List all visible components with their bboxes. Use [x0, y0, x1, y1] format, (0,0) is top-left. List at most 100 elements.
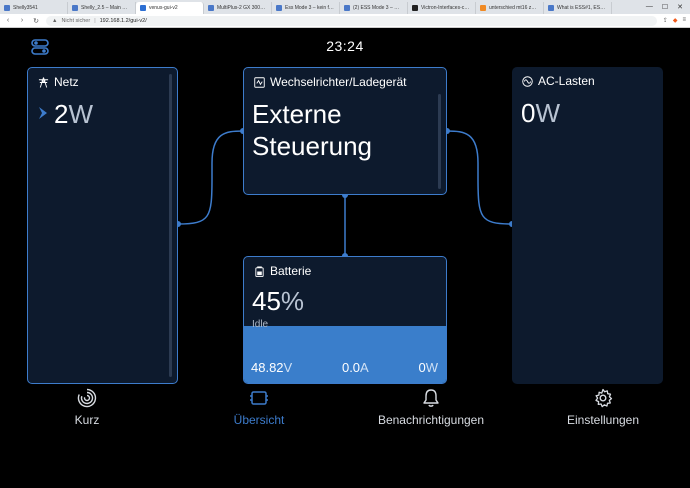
overview-icon: [250, 391, 268, 405]
ac-loads-title-text: AC-Lasten: [538, 74, 595, 88]
wire-grid-inverter: [177, 130, 244, 225]
battery-current: 0.0A: [342, 360, 369, 375]
nav-notifications[interactable]: Benachrichtigungen: [361, 388, 501, 427]
ac-loads-power-unit: W: [535, 98, 561, 128]
battery-soc-value: 45: [252, 286, 281, 316]
maximize-icon[interactable]: ☐: [662, 3, 668, 11]
battery-panel[interactable]: Batterie 45% Idle 48.82V 0.0A 0W: [243, 256, 447, 384]
wire-inverter-ac: [446, 130, 513, 225]
ac-loads-power: 0W: [521, 100, 560, 126]
back-icon[interactable]: ‹: [4, 17, 12, 24]
battery-voltage-value: 48.82: [251, 360, 284, 375]
browser-tab-label: (2) ESS Mode 3 – Grid Set…: [353, 5, 403, 11]
nav-brief-label: Kurz: [74, 413, 100, 427]
browser-tab[interactable]: Shelly_2.5 – Main Menu: [68, 2, 136, 14]
battery-soc: 45%: [252, 286, 304, 317]
battery-icon: [255, 265, 264, 277]
battery-current-value: 0.0: [341, 360, 361, 375]
nav-notifications-label: Benachrichtigungen: [377, 413, 485, 427]
ac-sine-icon: [522, 75, 533, 87]
browser-tab-label: venus-gui-v2: [149, 5, 178, 11]
url-text: 192.168.1.2/gui-v2/: [99, 17, 147, 24]
battery-current-unit: A: [360, 360, 369, 375]
browser-tab-label: unterschied mt16 zu unit …: [489, 5, 539, 11]
ac-loads-panel[interactable]: AC-Lasten 0W: [512, 67, 663, 384]
favicon-icon: [344, 5, 350, 11]
extension-icons: ⇪ ◆ ≡: [663, 17, 686, 24]
battery-title-text: Batterie: [270, 264, 312, 278]
favicon-icon: [72, 5, 78, 11]
inverter-mode: Externe Steuerung: [252, 99, 372, 161]
battery-state: Idle: [252, 319, 269, 330]
grid-power: 2W: [54, 101, 93, 127]
minimize-icon[interactable]: —: [646, 3, 653, 11]
warning-icon: ▲: [52, 17, 58, 24]
browser-address-bar: ‹ › ↻ ▲ Nicht sicher | 192.168.1.2/gui-v…: [0, 14, 690, 28]
browser-tab[interactable]: (2) ESS Mode 3 – Grid Set…: [340, 2, 408, 14]
inverter-panel[interactable]: Wechselrichter/Ladegerät Externe Steueru…: [243, 67, 447, 195]
grid-power-unit: W: [68, 99, 94, 129]
favicon-icon: [480, 5, 486, 11]
inverter-icon: [254, 76, 265, 88]
brief-rings-icon: [77, 388, 97, 408]
bottom-navigation: Kurz Übersicht Benachrichtigungen Einste…: [0, 388, 690, 434]
url-separator: |: [94, 17, 96, 24]
ac-loads-power-value: 0: [521, 98, 536, 128]
grid-title-text: Netz: [54, 75, 79, 89]
inverter-scrollbar[interactable]: [438, 94, 441, 189]
browser-tab-label: MultiPlus-2 GX 3000 – Vict…: [217, 5, 267, 11]
gear-icon: [595, 388, 613, 408]
battery-power: 0W: [418, 360, 438, 375]
browser-tab-label: Shelly_2.5 – Main Menu: [81, 5, 131, 11]
favicon-icon: [412, 5, 418, 11]
browser-tab[interactable]: Shelly3541: [0, 2, 68, 14]
nav-settings-label: Einstellungen: [566, 413, 640, 427]
favicon-icon: [208, 5, 214, 11]
battery-title: Batterie: [254, 264, 311, 278]
ac-loads-title: AC-Lasten: [522, 74, 595, 88]
grid-panel[interactable]: Netz 2W: [27, 67, 178, 384]
browser-tab[interactable]: Victron-Interfaces-code/…: [408, 2, 476, 14]
window-controls: — ☐ ✕: [646, 3, 690, 11]
nav-overview-label: Übersicht: [233, 413, 285, 427]
brave-shield-icon[interactable]: ◆: [673, 17, 678, 24]
browser-tab-label: Ess Mode 3 – kein feed in …: [285, 5, 335, 11]
browser-tab[interactable]: Ess Mode 3 – kein feed in …: [272, 2, 340, 14]
browser-tab-label: Shelly3541: [13, 5, 38, 11]
browser-tab[interactable]: unterschied mt16 zu unit …: [476, 2, 544, 14]
inverter-title: Wechselrichter/Ladegerät: [254, 75, 407, 89]
nav-brief[interactable]: Kurz: [17, 388, 157, 427]
battery-power-unit: W: [425, 360, 438, 375]
favicon-icon: [548, 5, 554, 11]
browser-tab-bar: Shelly3541 Shelly_2.5 – Main Menu venus-gu…: [0, 0, 690, 14]
nav-settings[interactable]: Einstellungen: [533, 388, 673, 427]
battery-voltage: 48.82V: [251, 360, 292, 375]
share-icon[interactable]: ⇪: [663, 17, 668, 24]
forward-icon[interactable]: ›: [18, 17, 26, 24]
browser-tab-label: What is ESS#1, ESS#2? – …: [557, 5, 607, 11]
favicon-icon: [276, 5, 282, 11]
close-icon[interactable]: ✕: [677, 3, 683, 11]
menu-icon[interactable]: ≡: [682, 17, 686, 24]
url-field[interactable]: ▲ Nicht sicher | 192.168.1.2/gui-v2/: [46, 15, 657, 26]
grid-scrollbar[interactable]: [169, 74, 172, 377]
clock: 23:24: [326, 38, 364, 54]
nav-overview[interactable]: Übersicht: [189, 388, 329, 427]
grid-power-value: 2: [54, 99, 69, 129]
battery-power-value: 0: [418, 360, 426, 375]
browser-tab[interactable]: What is ESS#1, ESS#2? – …: [544, 2, 612, 14]
venus-gui-app: 23:24 Netz 2W Wechselrichter/Ladegerät E…: [0, 28, 690, 488]
browser-tab[interactable]: MultiPlus-2 GX 3000 – Vict…: [204, 2, 272, 14]
inverter-title-text: Wechselrichter/Ladegerät: [270, 75, 407, 89]
security-label: Nicht sicher: [61, 17, 91, 24]
favicon-icon: [4, 5, 10, 11]
favicon-icon: [140, 5, 146, 11]
browser-tab[interactable]: venus-gui-v2: [136, 2, 204, 14]
battery-voltage-unit: V: [283, 360, 293, 375]
browser-tab-label: Victron-Interfaces-code/…: [421, 5, 471, 11]
bell-icon: [423, 389, 439, 407]
grid-title: Netz: [38, 75, 79, 89]
battery-readings: 48.82V 0.0A 0W: [251, 360, 438, 375]
battery-soc-unit: %: [280, 286, 305, 316]
reload-icon[interactable]: ↻: [32, 17, 40, 25]
